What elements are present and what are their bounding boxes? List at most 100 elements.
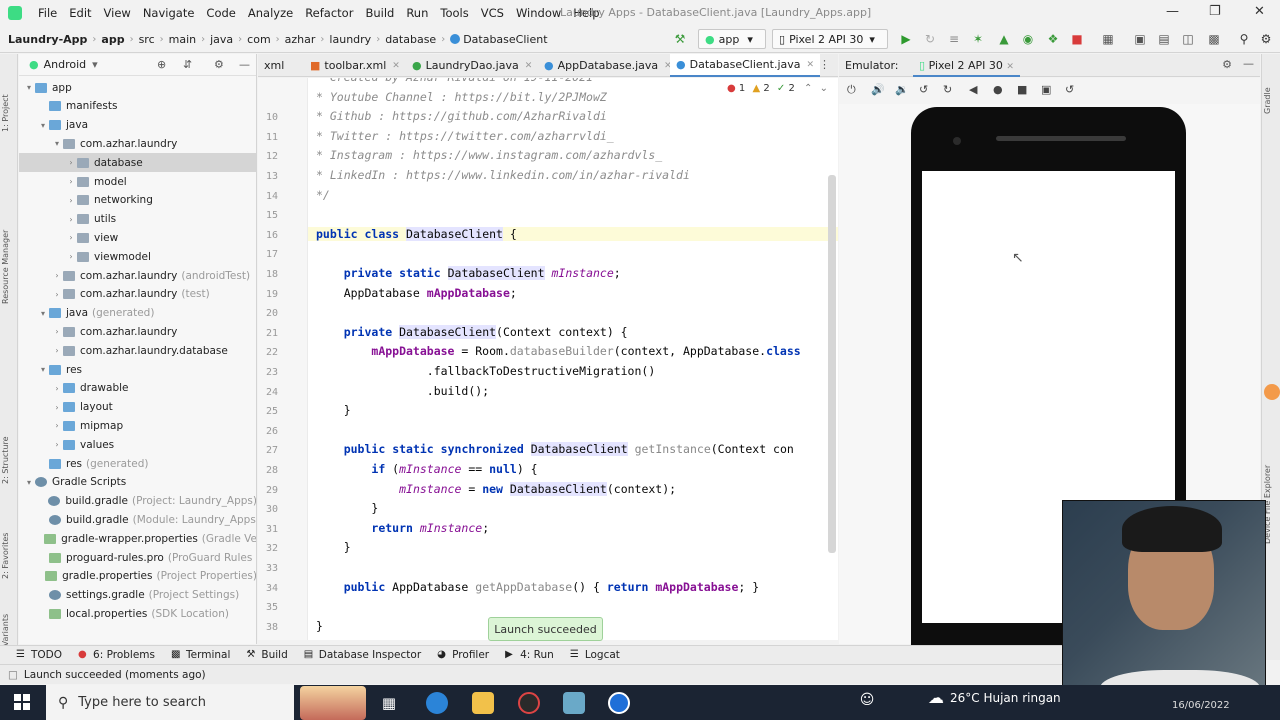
chrome-icon[interactable] [518, 692, 540, 714]
tree-item[interactable]: gradle.properties (Project Properties) [19, 567, 256, 586]
expand-arrow-icon[interactable]: › [51, 421, 63, 430]
tab-appdatabase[interactable]: ● AppDatabase.java ✕ [538, 54, 678, 77]
screenshot-icon[interactable]: ▣ [1041, 83, 1051, 96]
restore-icon[interactable]: ❐ [1209, 4, 1221, 19]
menu-file[interactable]: File [32, 6, 63, 20]
project-view-select[interactable]: Android [44, 58, 87, 71]
hide-panel-icon[interactable]: — [239, 58, 250, 71]
menu-run[interactable]: Run [400, 6, 434, 20]
taskbar-search-box[interactable]: ⚲ Type here to search [46, 685, 294, 720]
breadcrumb-database[interactable]: database [385, 33, 436, 46]
minimize-icon[interactable]: — [1166, 4, 1179, 19]
layout-inspector-icon[interactable]: ◫ [1180, 31, 1196, 47]
tree-item[interactable]: build.gradle (Module: Laundry_Apps [19, 510, 256, 529]
expand-arrow-icon[interactable]: ▾ [37, 309, 49, 318]
tree-item[interactable]: › mipmap [19, 416, 256, 435]
breadcrumb-com[interactable]: com [247, 33, 271, 46]
breadcrumb-laundry[interactable]: laundry [329, 33, 371, 46]
snapshot-icon[interactable]: ↺ [1065, 83, 1074, 96]
menu-build[interactable]: Build [359, 6, 400, 20]
people-icon[interactable]: ☺ [856, 692, 878, 714]
menu-tools[interactable]: Tools [434, 6, 474, 20]
tree-item[interactable]: local.properties (SDK Location) [19, 604, 256, 623]
gear-icon[interactable]: ⚙ [1222, 58, 1232, 71]
tree-item[interactable]: › database [19, 153, 256, 173]
tree-item[interactable]: › model [19, 172, 256, 191]
attach-debugger-icon[interactable]: ❖ [1045, 31, 1061, 47]
todo-tool-button[interactable]: ☰ TODO [16, 649, 62, 661]
resource-manager-tool-tab[interactable]: Resource Manager [1, 204, 17, 304]
tab-xml[interactable]: xml [258, 54, 290, 77]
expand-arrow-icon[interactable]: › [65, 215, 77, 224]
expand-arrow-icon[interactable]: › [51, 327, 63, 336]
favorites-tool-tab[interactable]: 2: Favorites [1, 509, 17, 579]
home-icon[interactable]: ● [993, 83, 1003, 96]
tree-item[interactable]: › com.azhar.laundry [19, 322, 256, 341]
run-icon[interactable]: ▶ [898, 31, 914, 47]
tree-item[interactable]: ▾ app [19, 78, 256, 97]
tree-item[interactable]: ▾ res [19, 360, 256, 379]
tree-item[interactable]: › com.azhar.laundry (test) [19, 285, 256, 304]
menu-analyze[interactable]: Analyze [242, 6, 299, 20]
close-icon[interactable]: ✕ [525, 61, 533, 71]
breadcrumb-java[interactable]: java [210, 33, 233, 46]
database-inspector-tool-button[interactable]: ▤ Database Inspector [304, 649, 421, 661]
run-tool-button[interactable]: ▶ 4: Run [505, 649, 554, 661]
project-tool-tab[interactable]: 1: Project [1, 62, 17, 132]
menu-refactor[interactable]: Refactor [299, 6, 359, 20]
expand-arrow-icon[interactable]: ▾ [51, 139, 63, 148]
expand-arrow-icon[interactable]: › [65, 196, 77, 205]
rerun-icon[interactable]: ↻ [922, 31, 938, 47]
recorder-app-icon[interactable] [608, 692, 630, 714]
chevron-down-icon[interactable]: ⌄ [820, 83, 828, 94]
avd-manager-icon[interactable]: ▣ [1132, 31, 1148, 47]
gear-icon[interactable]: ⚙ [214, 58, 224, 71]
tree-item[interactable]: › networking [19, 191, 256, 210]
tab-options-icon[interactable]: ⋮ [819, 58, 830, 71]
expand-arrow-icon[interactable]: › [65, 233, 77, 242]
sdk-manager-icon[interactable]: ▤ [1156, 31, 1172, 47]
tree-item[interactable]: › viewmodel [19, 247, 256, 266]
menu-navigate[interactable]: Navigate [137, 6, 201, 20]
tree-item[interactable]: › values [19, 435, 256, 454]
tree-item[interactable]: › com.azhar.laundry.database [19, 341, 256, 360]
problems-tool-button[interactable]: ● 6: Problems [78, 649, 155, 661]
close-icon[interactable]: ✕ [1006, 62, 1014, 72]
breadcrumb-project[interactable]: Laundry-App [8, 33, 87, 46]
tree-item[interactable]: settings.gradle (Project Settings) [19, 586, 256, 605]
tree-item[interactable]: proguard-rules.pro (ProGuard Rules [19, 548, 256, 567]
profile-icon[interactable]: ▲ [996, 31, 1012, 47]
expand-arrow-icon[interactable]: › [51, 290, 63, 299]
menu-view[interactable]: View [98, 6, 137, 20]
editor-scrollbar[interactable] [828, 175, 836, 553]
close-icon[interactable]: ✕ [807, 60, 815, 70]
overview-icon[interactable]: ■ [1017, 83, 1027, 96]
menu-vcs[interactable]: VCS [475, 6, 510, 20]
expand-arrow-icon[interactable]: ▾ [23, 478, 35, 487]
breadcrumb-src[interactable]: src [139, 33, 155, 46]
tree-item[interactable]: › com.azhar.laundry (androidTest) [19, 266, 256, 285]
expand-arrow-icon[interactable]: › [51, 403, 63, 412]
rotate-right-icon[interactable]: ↻ [943, 83, 952, 96]
expand-arrow-icon[interactable]: › [51, 271, 63, 280]
apply-changes-icon[interactable]: ≡ [946, 31, 962, 47]
expand-arrow-icon[interactable]: › [65, 158, 77, 167]
run-config-select[interactable]: ● app ▾ [698, 29, 766, 49]
emulator-device-tab[interactable]: ▯ Pixel 2 API 30 ✕ [913, 54, 1020, 77]
breadcrumb-module[interactable]: app [101, 33, 124, 46]
tree-item[interactable]: manifests [19, 97, 256, 116]
profiler-tool-button[interactable]: ◕ Profiler [437, 649, 489, 661]
device-select[interactable]: ▯ Pixel 2 API 30 ▾ [772, 29, 888, 49]
chevron-up-icon[interactable]: ⌃ [804, 83, 812, 94]
inspection-widget[interactable]: ● 1 ▲ 2 ✓ 2 ⌃ ⌄ [727, 83, 828, 94]
gradle-tool-tab[interactable]: Gradle [1263, 64, 1279, 114]
tree-item[interactable]: ▾ java [19, 116, 256, 135]
android-studio-taskbar-icon[interactable] [563, 692, 585, 714]
tree-item[interactable]: › utils [19, 210, 256, 229]
menu-edit[interactable]: Edit [63, 6, 97, 20]
menu-code[interactable]: Code [200, 6, 241, 20]
debug-icon[interactable]: ✶ [970, 31, 986, 47]
logcat-tool-button[interactable]: ☰ Logcat [570, 649, 620, 661]
tree-item[interactable]: › layout [19, 398, 256, 417]
volume-up-icon[interactable]: 🔊 [871, 83, 885, 96]
